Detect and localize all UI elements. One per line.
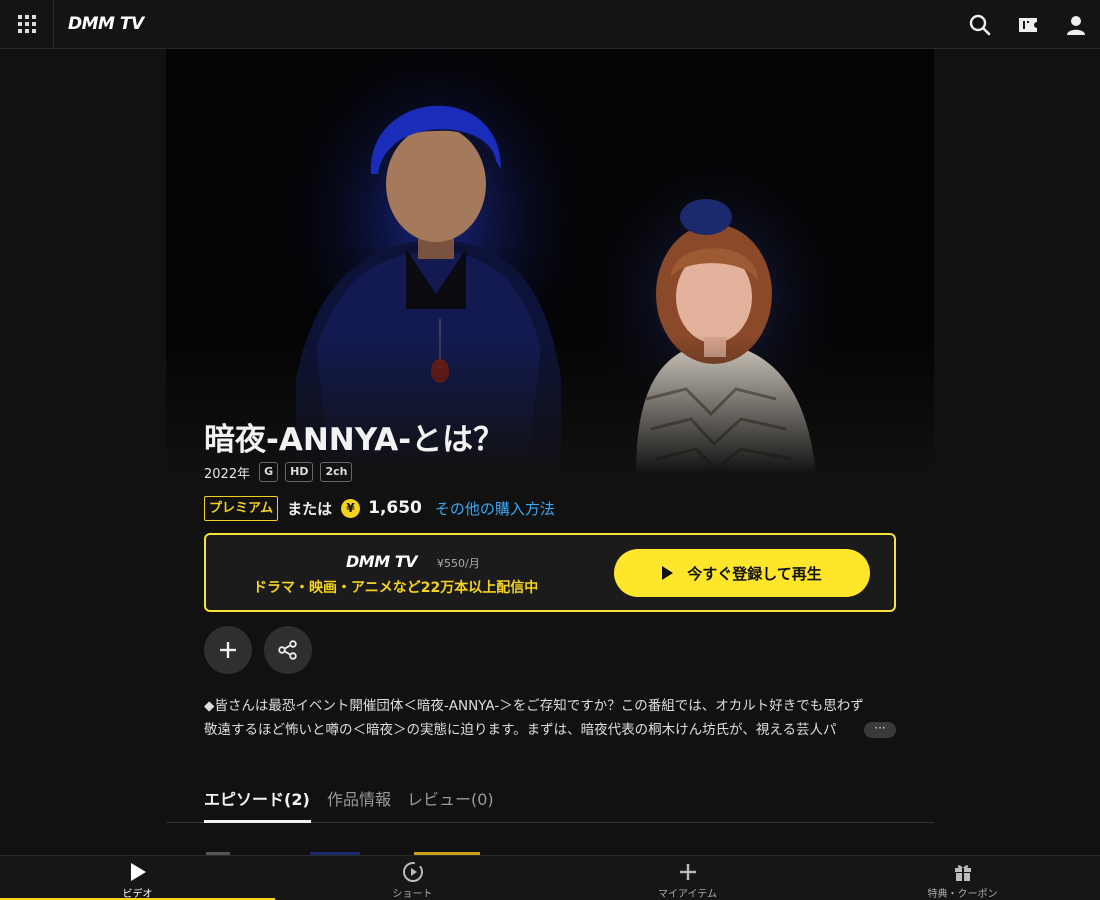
audio-badge: 2ch xyxy=(320,462,353,482)
price-row: プレミアム または ¥ 1,650 その他の購入方法 xyxy=(204,495,555,521)
content-tabs: エピソード(2) 作品情報 レビュー(0) xyxy=(166,776,934,823)
active-tab-indicator xyxy=(204,820,311,823)
meta-row: 2022年 G HD 2ch xyxy=(204,461,353,483)
quality-badge: HD xyxy=(285,462,314,482)
promo-subtitle: ドラマ・映画・アニメなど22万本以上配信中 xyxy=(253,580,539,596)
nav-short-label: ショート xyxy=(392,889,433,900)
plus-icon xyxy=(678,861,698,883)
nav-perks-coupons-label: 特典・クーポン xyxy=(927,889,998,900)
nav-my-items[interactable]: マイアイテム xyxy=(550,856,825,900)
nav-my-items-label: マイアイテム xyxy=(658,889,717,900)
ticket-icon[interactable] xyxy=(1015,12,1041,38)
synopsis-line-2: 敬遠するほど怖いと噂の＜暗夜＞の実態に迫ります。まずは、暗夜代表の桐木けん坊氏が… xyxy=(204,722,837,738)
bottom-navigation: ビデオ ショート マイアイテム 特典・クーポン xyxy=(0,855,1100,900)
yen-coin-icon: ¥ xyxy=(341,498,361,518)
tab-episodes[interactable]: エピソード(2) xyxy=(204,786,310,810)
page-title: 暗夜-ANNYA-とは？ xyxy=(204,422,505,458)
dmm-tv-logo[interactable]: DMM TV xyxy=(68,13,144,35)
promo-monthly-price: ¥550/月 xyxy=(437,557,480,570)
purchase-price: 1,650 xyxy=(368,498,422,518)
nav-video[interactable]: ビデオ xyxy=(0,856,275,900)
nav-short[interactable]: ショート xyxy=(275,856,550,900)
play-triangle-icon xyxy=(662,566,674,580)
tab-reviews[interactable]: レビュー(0) xyxy=(407,786,494,810)
nav-perks-coupons[interactable]: 特典・クーポン xyxy=(825,856,1100,900)
short-play-icon xyxy=(402,861,424,883)
play-icon xyxy=(129,861,147,883)
subscription-promo-box: DMM TV ¥550/月 ドラマ・映画・アニメなど22万本以上配信中 今すぐ登… xyxy=(204,533,896,612)
tab-work-info[interactable]: 作品情報 xyxy=(327,786,391,810)
premium-badge: プレミアム xyxy=(204,495,279,521)
search-icon[interactable] xyxy=(967,12,993,38)
share-button[interactable] xyxy=(264,626,312,674)
subscribe-and-play-label: 今すぐ登録して再生 xyxy=(687,564,822,583)
user-account-icon[interactable] xyxy=(1063,12,1089,38)
synopsis-line-1: ◆皆さんは最恐イベント開催団体＜暗夜-ANNYA-＞をご存知ですか？この番組では… xyxy=(204,698,864,714)
synopsis: ◆皆さんは最恐イベント開催団体＜暗夜-ANNYA-＞をご存知ですか？この番組では… xyxy=(204,694,896,742)
app-grid-icon[interactable] xyxy=(0,0,54,48)
grid-icon xyxy=(17,15,36,33)
other-purchase-methods-link[interactable]: その他の購入方法 xyxy=(435,498,555,519)
gift-icon xyxy=(953,861,973,883)
hero-key-visual xyxy=(166,49,934,474)
expand-synopsis-button[interactable]: ··· xyxy=(864,722,896,738)
rating-badge: G xyxy=(259,462,279,482)
top-header: DMM TV xyxy=(0,0,1100,49)
or-label: または xyxy=(287,499,333,518)
share-icon xyxy=(278,640,297,660)
add-to-mylist-button[interactable] xyxy=(204,626,252,674)
promo-dmm-tv-logo: DMM TV xyxy=(346,552,418,571)
subscribe-and-play-button[interactable]: 今すぐ登録して再生 xyxy=(614,549,870,597)
plus-icon xyxy=(220,642,236,658)
release-year: 2022年 xyxy=(204,466,251,482)
